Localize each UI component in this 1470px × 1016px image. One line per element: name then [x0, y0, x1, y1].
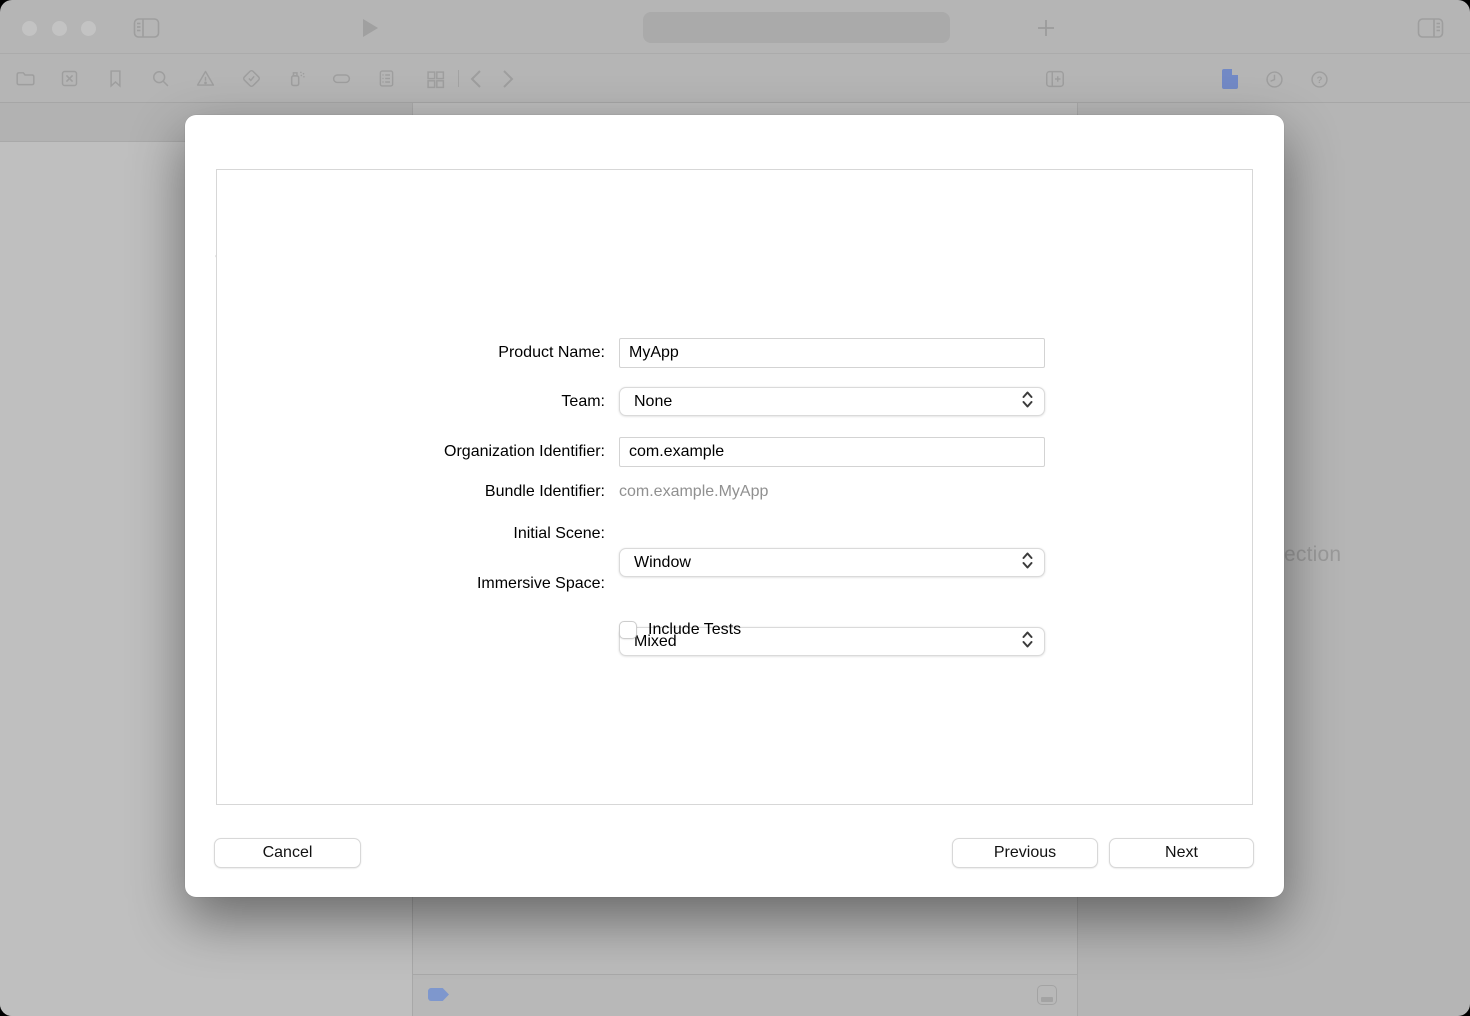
activity-view: [643, 12, 950, 43]
breakpoint-capsule-icon[interactable]: [331, 68, 352, 89]
next-button[interactable]: Next: [1109, 838, 1254, 868]
previous-button[interactable]: Previous: [952, 838, 1098, 868]
initial-scene-label: Initial Scene:: [285, 525, 605, 543]
help-inspector-icon[interactable]: ?: [1309, 69, 1330, 90]
svg-text:?: ?: [1317, 75, 1323, 86]
report-list-icon[interactable]: [376, 68, 397, 89]
debug-area-glyph: [1041, 997, 1053, 1002]
minimize-button[interactable]: [52, 21, 67, 36]
hide-debug-area-icon[interactable]: [1037, 985, 1057, 1005]
debug-bar: [413, 974, 1077, 1016]
debug-spray-icon[interactable]: [286, 68, 307, 89]
no-selection-text: ection: [1284, 543, 1341, 567]
grid-overview-icon[interactable]: [425, 69, 446, 90]
bundle-identifier-label: Bundle Identifier:: [285, 483, 605, 501]
team-popup-value: None: [634, 393, 672, 411]
organization-identifier-label: Organization Identifier:: [285, 443, 605, 461]
include-tests-checkbox[interactable]: [619, 621, 637, 639]
initial-scene-popup[interactable]: Window: [619, 548, 1045, 577]
project-navigator-icon[interactable]: [15, 68, 36, 89]
issue-warning-icon[interactable]: [195, 68, 216, 89]
history-inspector-icon[interactable]: [1264, 69, 1285, 90]
product-name-input[interactable]: [619, 338, 1045, 368]
run-play-icon[interactable]: [362, 19, 378, 37]
add-editor-icon[interactable]: [1044, 68, 1066, 90]
toolbar-divider: [0, 53, 1470, 54]
search-icon[interactable]: [150, 68, 171, 89]
team-popup[interactable]: None: [619, 387, 1045, 416]
source-control-icon[interactable]: [59, 68, 80, 89]
xcode-window: ? ection Choose options for your new pro…: [0, 0, 1470, 1016]
organization-identifier-input[interactable]: [619, 437, 1045, 467]
popup-stepper-icon: [1022, 552, 1033, 574]
popup-stepper-icon: [1022, 391, 1033, 413]
bundle-identifier-value: com.example.MyApp: [619, 483, 768, 500]
product-name-label: Product Name:: [285, 344, 605, 362]
close-button[interactable]: [22, 21, 37, 36]
immersive-space-label: Immersive Space:: [285, 575, 605, 593]
leading-sidebar-toggle-icon[interactable]: [133, 17, 160, 39]
file-inspector-icon[interactable]: [1222, 69, 1238, 89]
zoom-button[interactable]: [81, 21, 96, 36]
cancel-button[interactable]: Cancel: [214, 838, 361, 868]
initial-scene-popup-value: Window: [634, 554, 691, 572]
popup-stepper-icon: [1022, 631, 1033, 653]
editor-bar-separator: [458, 70, 459, 87]
bookmark-icon[interactable]: [105, 68, 126, 89]
team-label: Team:: [285, 393, 605, 411]
forward-chevron-icon[interactable]: [499, 69, 516, 89]
back-chevron-icon[interactable]: [468, 69, 485, 89]
new-project-options-sheet: Choose options for your new project: Pro…: [185, 115, 1284, 897]
include-tests-label: Include Tests: [648, 621, 741, 639]
test-diamond-icon[interactable]: [241, 68, 262, 89]
plus-icon[interactable]: [1037, 19, 1055, 37]
trailing-sidebar-toggle-icon[interactable]: [1417, 17, 1444, 39]
